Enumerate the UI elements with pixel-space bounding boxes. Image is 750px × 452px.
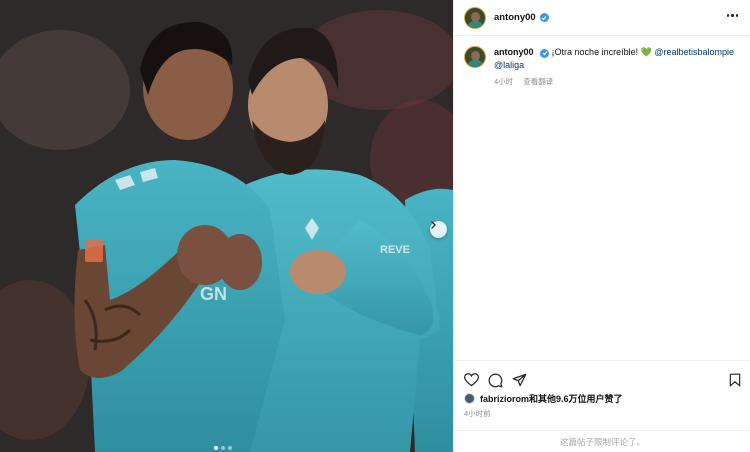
- liker-username[interactable]: fabriziorom: [480, 394, 529, 404]
- caption-text: ¡Otra noche increíble!: [551, 47, 639, 57]
- caption-username[interactable]: antony00: [494, 47, 534, 57]
- caption-time: 4小时: [494, 77, 514, 86]
- author-avatar[interactable]: [464, 6, 486, 29]
- players-illustration: GN REVE: [0, 0, 453, 452]
- liker-avatar[interactable]: [464, 393, 475, 404]
- carousel-dot: [228, 446, 232, 450]
- carousel-indicator: [214, 446, 232, 450]
- author-username[interactable]: antony00: [494, 12, 536, 23]
- bookmark-icon[interactable]: [729, 373, 741, 387]
- caption-avatar[interactable]: [464, 46, 486, 68]
- post-image: GN REVE: [0, 0, 453, 452]
- svg-text:REVE: REVE: [380, 244, 410, 256]
- heart-icon[interactable]: [464, 373, 479, 387]
- mention-link[interactable]: @realbetisbalompie: [654, 47, 734, 57]
- mention-link[interactable]: @laliga: [494, 60, 524, 70]
- green-heart-emoji: 💚: [640, 47, 652, 57]
- chevron-right-icon: [431, 221, 436, 229]
- carousel-dot: [214, 446, 218, 450]
- more-options-icon[interactable]: [726, 14, 738, 17]
- carousel-next-button[interactable]: [430, 221, 447, 238]
- likes-count-link[interactable]: 和其他9.6万位用户: [529, 392, 605, 405]
- share-icon[interactable]: [512, 373, 527, 387]
- svg-text:GN: GN: [200, 284, 227, 304]
- post-header: antony00: [454, 0, 750, 36]
- comment-icon[interactable]: [488, 373, 503, 388]
- caption: antony00 ¡Otra noche increíble! 💚 @realb…: [454, 36, 750, 88]
- carousel-dot: [221, 446, 225, 450]
- comments-disabled-notice: 这篇帖子限制评论了。: [454, 430, 750, 452]
- see-translation-link[interactable]: 查看翻译: [523, 77, 553, 86]
- post-actions: fabriziorom 和其他9.6万位用户 赞了 4小时前 这篇帖子限制评论了…: [454, 360, 750, 452]
- post-time[interactable]: 4小时前: [454, 405, 750, 419]
- likes-suffix: 赞了: [604, 394, 623, 404]
- verified-badge-icon: [539, 13, 549, 22]
- post-side-panel: antony00 antony00 ¡Otra noche increíble!…: [453, 0, 750, 452]
- likes-summary: fabriziorom 和其他9.6万位用户 赞了: [454, 391, 750, 405]
- verified-badge-icon: [540, 48, 550, 58]
